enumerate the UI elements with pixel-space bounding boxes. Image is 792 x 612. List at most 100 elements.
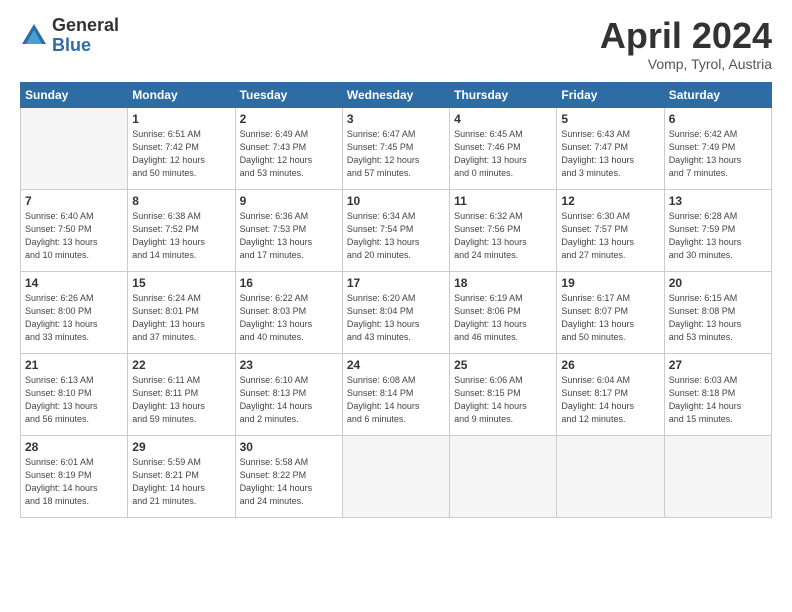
day-cell: 19 Sunrise: 6:17 AMSunset: 8:07 PMDayligh… xyxy=(557,271,664,353)
day-number: 1 xyxy=(132,112,230,126)
day-cell: 12 Sunrise: 6:30 AMSunset: 7:57 PMDayligh… xyxy=(557,189,664,271)
week-row-0: 1 Sunrise: 6:51 AMSunset: 7:42 PMDaylight… xyxy=(21,107,772,189)
calendar-table: SundayMondayTuesdayWednesdayThursdayFrid… xyxy=(20,82,772,518)
day-cell: 24 Sunrise: 6:08 AMSunset: 8:14 PMDayligh… xyxy=(342,353,449,435)
header-cell-monday: Monday xyxy=(128,82,235,107)
day-cell: 9Sunrise: 6:36 AMSunset: 7:53 PMDaylight… xyxy=(235,189,342,271)
day-cell: 16Sunrise: 6:22 AMSunset: 8:03 PMDayligh… xyxy=(235,271,342,353)
day-info: Sunrise: 6:38 AMSunset: 7:52 PMDaylight:… xyxy=(132,210,230,262)
day-info: Sunrise: 6:06 AMSunset: 8:15 PMDaylight:… xyxy=(454,374,552,426)
day-info: Sunrise: 6:24 AMSunset: 8:01 PMDaylight:… xyxy=(132,292,230,344)
day-info: Sunrise: 6:11 AMSunset: 8:11 PMDaylight:… xyxy=(132,374,230,426)
day-number: 6 xyxy=(669,112,767,126)
day-cell: 1 Sunrise: 6:51 AMSunset: 7:42 PMDaylight… xyxy=(128,107,235,189)
day-cell xyxy=(21,107,128,189)
day-number: 27 xyxy=(669,358,767,372)
day-info: Sunrise: 6:13 AMSunset: 8:10 PMDaylight:… xyxy=(25,374,123,426)
day-cell: 13Sunrise: 6:28 AMSunset: 7:59 PMDayligh… xyxy=(664,189,771,271)
day-cell: 3Sunrise: 6:47 AMSunset: 7:45 PMDaylight… xyxy=(342,107,449,189)
day-cell: 23Sunrise: 6:10 AMSunset: 8:13 PMDayligh… xyxy=(235,353,342,435)
logo-icon xyxy=(20,22,48,50)
day-number: 19 xyxy=(561,276,659,290)
header-cell-thursday: Thursday xyxy=(450,82,557,107)
day-cell: 25 Sunrise: 6:06 AMSunset: 8:15 PMDayligh… xyxy=(450,353,557,435)
day-info: Sunrise: 6:22 AMSunset: 8:03 PMDaylight:… xyxy=(240,292,338,344)
location: Vomp, Tyrol, Austria xyxy=(600,56,772,72)
day-cell: 15 Sunrise: 6:24 AMSunset: 8:01 PMDayligh… xyxy=(128,271,235,353)
day-number: 22 xyxy=(132,358,230,372)
logo-blue: Blue xyxy=(52,36,119,56)
day-number: 11 xyxy=(454,194,552,208)
day-info: Sunrise: 5:58 AMSunset: 8:22 PMDaylight:… xyxy=(240,456,338,508)
day-number: 7 xyxy=(25,194,123,208)
day-info: Sunrise: 6:30 AMSunset: 7:57 PMDaylight:… xyxy=(561,210,659,262)
day-cell: 2Sunrise: 6:49 AMSunset: 7:43 PMDaylight… xyxy=(235,107,342,189)
day-number: 15 xyxy=(132,276,230,290)
month-title: April 2024 xyxy=(600,16,772,56)
header-cell-tuesday: Tuesday xyxy=(235,82,342,107)
day-cell: 22 Sunrise: 6:11 AMSunset: 8:11 PMDayligh… xyxy=(128,353,235,435)
day-cell: 18Sunrise: 6:19 AMSunset: 8:06 PMDayligh… xyxy=(450,271,557,353)
logo-general: General xyxy=(52,16,119,36)
day-cell: 17Sunrise: 6:20 AMSunset: 8:04 PMDayligh… xyxy=(342,271,449,353)
day-info: Sunrise: 6:36 AMSunset: 7:53 PMDaylight:… xyxy=(240,210,338,262)
day-info: Sunrise: 6:03 AMSunset: 8:18 PMDaylight:… xyxy=(669,374,767,426)
day-number: 13 xyxy=(669,194,767,208)
day-cell: 10 Sunrise: 6:34 AMSunset: 7:54 PMDayligh… xyxy=(342,189,449,271)
day-info: Sunrise: 6:32 AMSunset: 7:56 PMDaylight:… xyxy=(454,210,552,262)
day-info: Sunrise: 6:17 AMSunset: 8:07 PMDaylight:… xyxy=(561,292,659,344)
day-cell: 4Sunrise: 6:45 AMSunset: 7:46 PMDaylight… xyxy=(450,107,557,189)
day-cell: 7 Sunrise: 6:40 AMSunset: 7:50 PMDaylight… xyxy=(21,189,128,271)
day-cell: 8Sunrise: 6:38 AMSunset: 7:52 PMDaylight… xyxy=(128,189,235,271)
day-number: 29 xyxy=(132,440,230,454)
day-info: Sunrise: 6:01 AMSunset: 8:19 PMDaylight:… xyxy=(25,456,123,508)
day-cell xyxy=(450,435,557,517)
calendar-body: 1 Sunrise: 6:51 AMSunset: 7:42 PMDaylight… xyxy=(21,107,772,517)
day-number: 25 xyxy=(454,358,552,372)
day-number: 21 xyxy=(25,358,123,372)
day-info: Sunrise: 6:42 AMSunset: 7:49 PMDaylight:… xyxy=(669,128,767,180)
day-number: 12 xyxy=(561,194,659,208)
header-cell-sunday: Sunday xyxy=(21,82,128,107)
day-info: Sunrise: 6:43 AMSunset: 7:47 PMDaylight:… xyxy=(561,128,659,180)
day-cell xyxy=(557,435,664,517)
day-cell: 6 Sunrise: 6:42 AMSunset: 7:49 PMDaylight… xyxy=(664,107,771,189)
day-cell: 11 Sunrise: 6:32 AMSunset: 7:56 PMDayligh… xyxy=(450,189,557,271)
day-info: Sunrise: 6:40 AMSunset: 7:50 PMDaylight:… xyxy=(25,210,123,262)
header-row: SundayMondayTuesdayWednesdayThursdayFrid… xyxy=(21,82,772,107)
day-number: 10 xyxy=(347,194,445,208)
day-number: 24 xyxy=(347,358,445,372)
day-number: 5 xyxy=(561,112,659,126)
header-cell-wednesday: Wednesday xyxy=(342,82,449,107)
day-cell: 30 Sunrise: 5:58 AMSunset: 8:22 PMDayligh… xyxy=(235,435,342,517)
day-info: Sunrise: 6:49 AMSunset: 7:43 PMDaylight:… xyxy=(240,128,338,180)
week-row-3: 21 Sunrise: 6:13 AMSunset: 8:10 PMDayligh… xyxy=(21,353,772,435)
logo: General Blue xyxy=(20,16,119,56)
day-cell: 14Sunrise: 6:26 AMSunset: 8:00 PMDayligh… xyxy=(21,271,128,353)
day-number: 30 xyxy=(240,440,338,454)
day-number: 3 xyxy=(347,112,445,126)
day-info: Sunrise: 6:04 AMSunset: 8:17 PMDaylight:… xyxy=(561,374,659,426)
week-row-4: 28Sunrise: 6:01 AMSunset: 8:19 PMDayligh… xyxy=(21,435,772,517)
day-number: 18 xyxy=(454,276,552,290)
day-info: Sunrise: 6:34 AMSunset: 7:54 PMDaylight:… xyxy=(347,210,445,262)
week-row-1: 7 Sunrise: 6:40 AMSunset: 7:50 PMDaylight… xyxy=(21,189,772,271)
day-cell: 27 Sunrise: 6:03 AMSunset: 8:18 PMDayligh… xyxy=(664,353,771,435)
calendar-header: SundayMondayTuesdayWednesdayThursdayFrid… xyxy=(21,82,772,107)
day-number: 17 xyxy=(347,276,445,290)
day-info: Sunrise: 6:45 AMSunset: 7:46 PMDaylight:… xyxy=(454,128,552,180)
day-info: Sunrise: 6:15 AMSunset: 8:08 PMDaylight:… xyxy=(669,292,767,344)
header-cell-friday: Friday xyxy=(557,82,664,107)
page: General Blue April 2024 Vomp, Tyrol, Aus… xyxy=(0,0,792,528)
day-cell: 29Sunrise: 5:59 AMSunset: 8:21 PMDayligh… xyxy=(128,435,235,517)
day-number: 23 xyxy=(240,358,338,372)
title-block: April 2024 Vomp, Tyrol, Austria xyxy=(600,16,772,72)
day-info: Sunrise: 6:51 AMSunset: 7:42 PMDaylight:… xyxy=(132,128,230,180)
logo-text: General Blue xyxy=(52,16,119,56)
day-cell: 26Sunrise: 6:04 AMSunset: 8:17 PMDayligh… xyxy=(557,353,664,435)
day-info: Sunrise: 6:08 AMSunset: 8:14 PMDaylight:… xyxy=(347,374,445,426)
day-cell: 21 Sunrise: 6:13 AMSunset: 8:10 PMDayligh… xyxy=(21,353,128,435)
day-cell: 28Sunrise: 6:01 AMSunset: 8:19 PMDayligh… xyxy=(21,435,128,517)
day-cell: 20Sunrise: 6:15 AMSunset: 8:08 PMDayligh… xyxy=(664,271,771,353)
day-cell: 5 Sunrise: 6:43 AMSunset: 7:47 PMDaylight… xyxy=(557,107,664,189)
